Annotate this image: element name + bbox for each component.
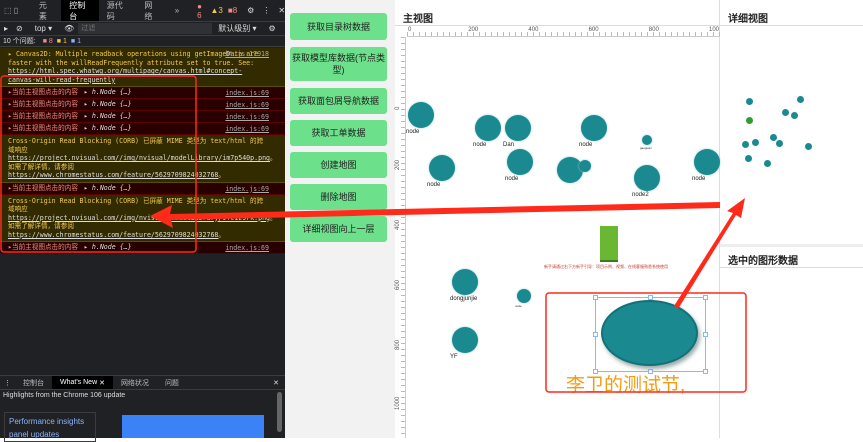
- annotation-arrow-left: [150, 202, 720, 228]
- annotation-overlay: [0, 75, 747, 393]
- annotation-box-console: [0, 75, 197, 253]
- annotation-box-selected: [545, 292, 747, 393]
